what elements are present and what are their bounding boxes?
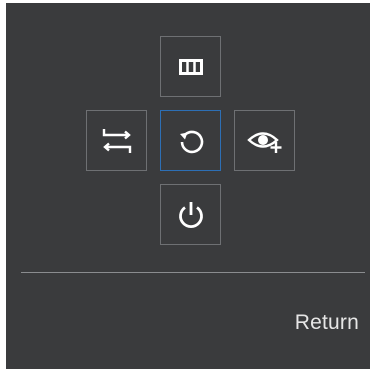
eye-saver-icon [246, 126, 284, 156]
osd-menu: Return [6, 3, 370, 369]
source-switch-button[interactable] [86, 110, 147, 171]
power-button[interactable] [160, 184, 221, 245]
return-label: Return [294, 311, 359, 334]
return-rotate-icon [174, 124, 208, 158]
picture-mode-icon [178, 58, 203, 75]
power-icon [174, 198, 208, 232]
divider [21, 272, 365, 273]
picture-mode-button[interactable] [160, 36, 221, 97]
swap-arrows-icon [100, 124, 134, 158]
return-button[interactable] [160, 110, 221, 171]
eye-saver-button[interactable] [234, 110, 295, 171]
